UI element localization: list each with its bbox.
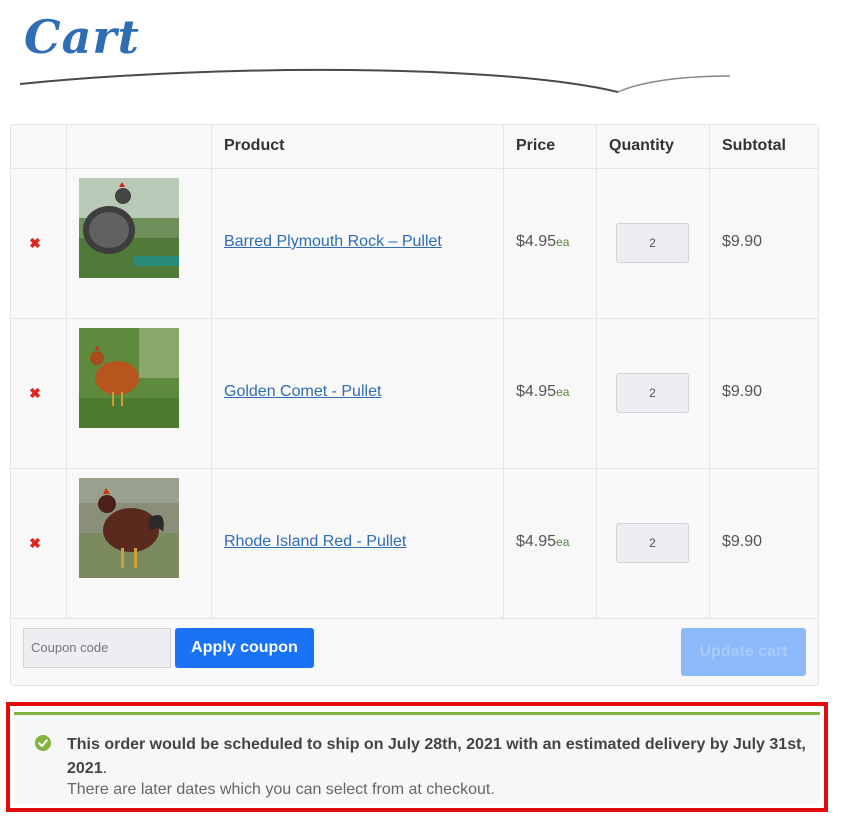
- check-circle-icon: [35, 735, 51, 751]
- subtotal-value: $9.90: [722, 533, 763, 550]
- highlight-frame: This order would be scheduled to ship on…: [6, 702, 828, 812]
- remove-item-icon[interactable]: ✖: [29, 386, 41, 400]
- coupon-code-input[interactable]: Coupon code: [23, 628, 171, 668]
- update-cart-button[interactable]: Update cart: [681, 628, 806, 676]
- header-thumbnail: [67, 125, 212, 168]
- price-value: $4.95ea: [516, 383, 570, 400]
- quantity-input[interactable]: 2: [616, 223, 689, 263]
- later-dates-text: There are later dates which you can sele…: [67, 781, 495, 798]
- shipping-schedule-text: This order would be scheduled to ship on…: [67, 736, 806, 777]
- page-title: Cart: [24, 10, 140, 64]
- product-thumbnail[interactable]: [79, 178, 179, 278]
- apply-coupon-button[interactable]: Apply coupon: [175, 628, 314, 668]
- title-swoosh-decoration: [20, 68, 731, 93]
- table-row: ✖ Barred Plymouth Rock – Pullet $4.95ea …: [11, 169, 818, 319]
- product-link[interactable]: Barred Plymouth Rock – Pullet: [224, 233, 442, 251]
- table-row: ✖ Golden Comet - Pullet $4.95ea 2 $9.90: [11, 319, 818, 469]
- remove-item-icon[interactable]: ✖: [29, 236, 41, 250]
- table-header-row: Product Price Quantity Subtotal: [11, 125, 818, 169]
- product-thumbnail[interactable]: [79, 328, 179, 428]
- price-value: $4.95ea: [516, 233, 570, 250]
- price-value: $4.95ea: [516, 533, 570, 550]
- header-product: Product: [212, 125, 504, 168]
- header-quantity: Quantity: [597, 125, 710, 168]
- product-thumbnail[interactable]: [79, 478, 179, 578]
- header-remove: [11, 125, 67, 168]
- cart-actions: Coupon code Apply coupon Update cart: [11, 619, 818, 685]
- header-subtotal: Subtotal: [722, 137, 786, 154]
- remove-item-icon[interactable]: ✖: [29, 536, 41, 550]
- quantity-input[interactable]: 2: [616, 523, 689, 563]
- shipping-notice: This order would be scheduled to ship on…: [14, 712, 820, 804]
- table-row: ✖ Rhode Island Red - Pullet $4.95ea 2 $9…: [11, 469, 818, 619]
- header-price: Price: [504, 125, 597, 168]
- product-link[interactable]: Rhode Island Red - Pullet: [224, 533, 406, 551]
- product-link[interactable]: Golden Comet - Pullet: [224, 383, 381, 401]
- subtotal-value: $9.90: [722, 383, 763, 400]
- cart-table: Product Price Quantity Subtotal ✖ Barred…: [10, 124, 819, 686]
- quantity-input[interactable]: 2: [616, 373, 689, 413]
- subtotal-value: $9.90: [722, 233, 763, 250]
